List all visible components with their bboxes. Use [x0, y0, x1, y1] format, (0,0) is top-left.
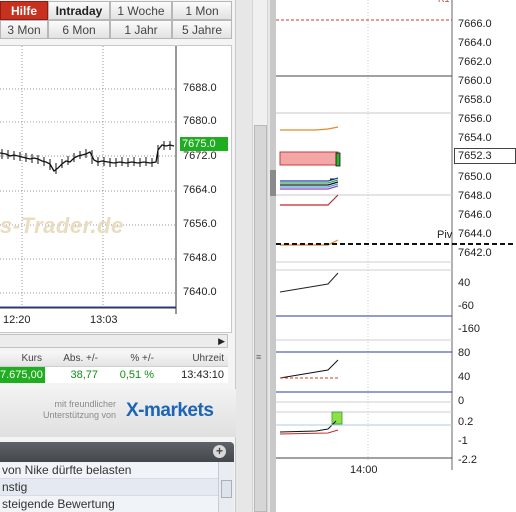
news-item[interactable]: steigende Bewertung	[0, 496, 218, 512]
news-scrollbar[interactable]	[218, 462, 234, 512]
indicator-tick: -60	[458, 300, 474, 312]
price-tick: 7662.0	[458, 56, 492, 68]
indicator-tick: -2.2	[458, 454, 477, 466]
indicator-tick: 0.2	[458, 416, 474, 428]
range-tabs-row-2: 3 Mon 6 Mon 1 Jahr 5 Jahre	[0, 20, 232, 39]
news-header: +	[0, 442, 234, 462]
current-price-box: 7652.3	[454, 148, 516, 164]
price-tick: 7644.0	[458, 228, 492, 240]
sponsor-text: mit freundlicher Unterstützung von	[42, 399, 116, 420]
expand-plus-icon[interactable]: +	[213, 445, 226, 458]
header-abs-change: Abs. +/-	[63, 353, 98, 364]
indicator-tick: -1	[458, 435, 468, 447]
tab-help[interactable]: Hilfe	[0, 1, 48, 20]
resistance-marker: R1	[438, 0, 450, 4]
quote-price: 7.675,00	[0, 367, 45, 383]
y-tick: 7656.0	[183, 218, 217, 230]
news-item[interactable]: nstig	[0, 479, 218, 496]
tab-5-years[interactable]: 5 Jahre	[172, 20, 232, 39]
page-scroll-thumb[interactable]	[254, 125, 267, 512]
quote-time: 13:43:10	[181, 369, 224, 381]
quote-header-row: Kurs Abs. +/- % +/- Uhrzeit	[0, 351, 228, 367]
y-tick: 7664.0	[183, 184, 217, 196]
y-tick: 7688.0	[183, 82, 217, 94]
indicator-tick: 40	[458, 277, 471, 289]
price-tick: 7664.0	[458, 37, 492, 49]
price-tick: 7654.0	[458, 132, 492, 144]
news-item[interactable]: von Nike dürfte belasten	[0, 462, 218, 479]
quote-pct-change: 0,51 %	[119, 369, 154, 381]
price-tick: 7660.0	[458, 75, 492, 87]
header-price: Kurs	[21, 353, 42, 364]
tab-1-week[interactable]: 1 Woche	[110, 1, 172, 20]
y-tick: 7680.0	[183, 115, 217, 127]
y-tick: 7672.0	[183, 150, 217, 162]
tab-1-month[interactable]: 1 Mon	[172, 1, 232, 20]
watermark-logo: s-Trader.de	[0, 213, 124, 238]
x-tick: 12:20	[3, 314, 31, 326]
x-tick: 13:03	[90, 314, 118, 326]
indicator-tick: -160	[458, 323, 481, 335]
news-list: von Nike dürfte belasten nstig steigende…	[0, 462, 234, 512]
x-markets-logo[interactable]: X-markets	[126, 400, 214, 422]
price-tick: 7658.0	[458, 94, 492, 106]
y-tick: 7640.0	[183, 286, 217, 298]
price-tick: 7642.0	[458, 247, 492, 259]
price-tick: 7648.0	[458, 190, 492, 202]
analysis-chart-panel[interactable]: R1 7666.0 7664.0 7662.0 7660.0 7658.0 76…	[276, 0, 516, 512]
grip-icon[interactable]: ≡	[256, 352, 261, 362]
header-pct-change: % +/-	[130, 353, 154, 364]
quote-table: Kurs Abs. +/- % +/- Uhrzeit 7.675,00 38,…	[0, 351, 228, 383]
pivot-label: Piv	[437, 229, 453, 241]
intraday-chart-panel: Hilfe Intraday 1 Woche 1 Mon 3 Mon 6 Mon…	[0, 0, 236, 512]
price-tick: 7666.0	[458, 18, 492, 30]
chart-horizontal-scrollbar[interactable]: ▶	[0, 334, 228, 348]
tab-3-months[interactable]: 3 Mon	[0, 20, 48, 39]
quote-abs-change: 38,77	[70, 369, 98, 381]
page-vertical-scrollbar[interactable]	[252, 0, 268, 512]
indicator-tick: 80	[458, 347, 471, 359]
current-price-badge: 7675.0	[180, 137, 228, 151]
news-scroll-thumb[interactable]	[221, 480, 232, 498]
y-tick: 7648.0	[183, 252, 217, 264]
indicator-tick: 0	[458, 395, 465, 407]
price-tick: 7650.0	[458, 171, 492, 183]
sponsor-banner[interactable]: mit freundlicher Unterstützung von X-mar…	[0, 389, 236, 437]
price-tick: 7646.0	[458, 209, 492, 221]
price-tick: 7656.0	[458, 113, 492, 125]
header-time: Uhrzeit	[192, 353, 224, 364]
time-axis-label: 14:00	[350, 464, 378, 476]
tab-1-year[interactable]: 1 Jahr	[110, 20, 172, 39]
quote-value-row: 7.675,00 38,77 0,51 % 13:43:10	[0, 367, 228, 383]
tab-6-months[interactable]: 6 Mon	[48, 20, 110, 39]
indicator-tick: 40	[458, 371, 471, 383]
tab-intraday[interactable]: Intraday	[48, 1, 110, 20]
range-tabs-row-1: Hilfe Intraday 1 Woche 1 Mon	[0, 1, 232, 20]
scroll-right-icon[interactable]: ▶	[218, 336, 225, 347]
